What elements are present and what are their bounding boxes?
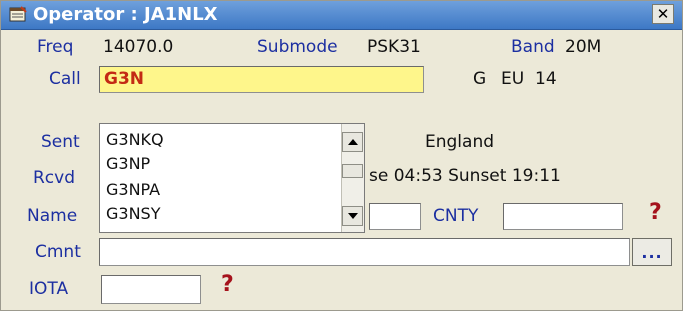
sent-label: Sent bbox=[41, 132, 80, 152]
cnty-label: CNTY bbox=[433, 206, 479, 226]
arrow-up-icon bbox=[347, 139, 358, 145]
rcvd-label: Rcvd bbox=[33, 168, 76, 188]
band-label: Band bbox=[511, 37, 555, 57]
scroll-thumb[interactable] bbox=[342, 164, 363, 178]
freq-label: Freq bbox=[37, 37, 74, 57]
call-input[interactable]: G3N bbox=[99, 66, 424, 93]
submode-value: PSK31 bbox=[367, 37, 421, 57]
list-scrollbar[interactable] bbox=[341, 124, 364, 232]
cmnt-label: Cmnt bbox=[35, 242, 81, 262]
country-prefix: G bbox=[473, 69, 487, 89]
iota-lookup-icon[interactable]: ? bbox=[221, 272, 234, 297]
sun-times: se 04:53 Sunset 19:11 bbox=[369, 166, 561, 186]
arrow-down-icon bbox=[347, 213, 358, 219]
iota-label: IOTA bbox=[29, 279, 69, 299]
cnty-lookup-icon[interactable]: ? bbox=[649, 200, 662, 225]
callsign-suggestion-list[interactable]: G3NKQ G3NP G3NPA G3NSY bbox=[99, 123, 365, 233]
comment-input[interactable] bbox=[99, 238, 630, 266]
call-label: Call bbox=[49, 69, 81, 89]
operator-window: Operator : JA1NLX ✕ Freq 14070.0 Submode… bbox=[0, 0, 683, 311]
scroll-up-button[interactable] bbox=[342, 132, 363, 152]
freq-value: 14070.0 bbox=[103, 37, 174, 57]
window-title: Operator : JA1NLX bbox=[33, 4, 218, 25]
logbook-icon bbox=[9, 6, 27, 22]
iota-input[interactable] bbox=[101, 275, 201, 304]
zone: 14 bbox=[535, 69, 557, 89]
continent: EU bbox=[501, 69, 525, 89]
band-value: 20M bbox=[565, 37, 602, 57]
cnty-input[interactable] bbox=[503, 203, 623, 230]
list-item[interactable]: G3NKQ bbox=[106, 130, 164, 149]
close-button[interactable]: ✕ bbox=[652, 4, 674, 24]
list-item[interactable]: G3NPA bbox=[106, 180, 160, 199]
name-input[interactable] bbox=[369, 203, 421, 230]
list-item[interactable]: G3NSY bbox=[106, 204, 160, 223]
close-icon: ✕ bbox=[656, 5, 670, 23]
submode-label: Submode bbox=[257, 37, 338, 57]
name-label: Name bbox=[27, 206, 78, 226]
country-name: England bbox=[425, 132, 495, 152]
list-item[interactable]: G3NP bbox=[106, 154, 150, 173]
scroll-down-button[interactable] bbox=[342, 206, 363, 226]
comment-browse-button[interactable]: ... bbox=[632, 238, 672, 266]
title-bar[interactable]: Operator : JA1NLX ✕ bbox=[1, 1, 682, 30]
